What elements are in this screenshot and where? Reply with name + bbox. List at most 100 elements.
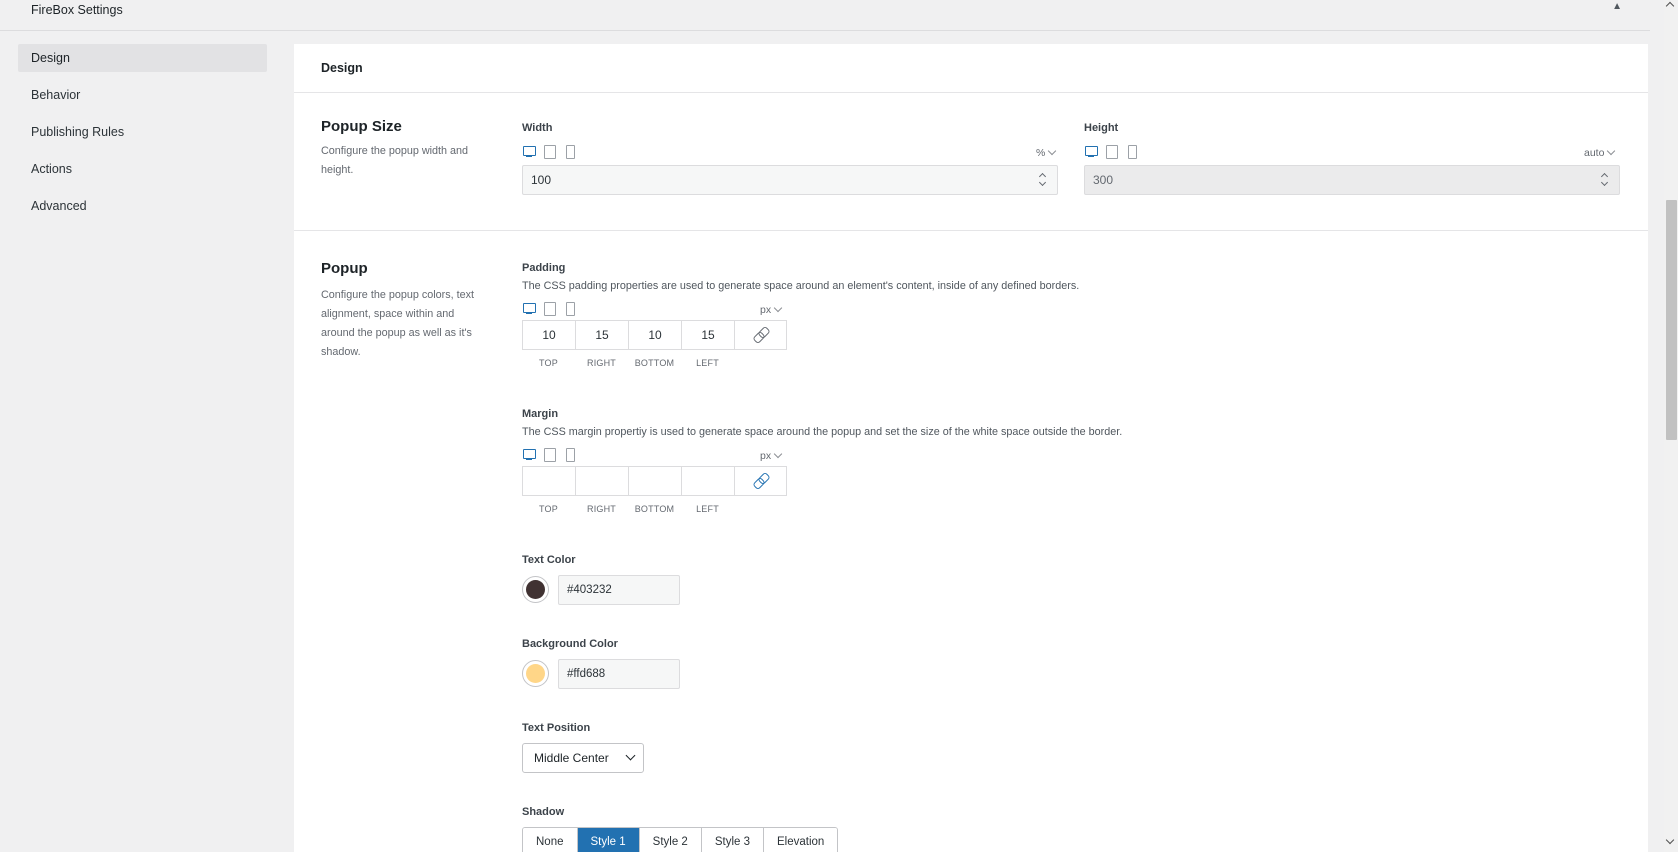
- color-dot: [526, 664, 545, 683]
- dim-label-right: RIGHT: [587, 504, 616, 514]
- shadow-option-style-2[interactable]: Style 2: [639, 828, 702, 852]
- height-unit-value: auto: [1584, 147, 1605, 159]
- padding-top-input[interactable]: 10: [523, 321, 576, 349]
- text-position-select[interactable]: Middle Center: [522, 743, 644, 773]
- margin-device-switcher: [522, 447, 576, 462]
- padding-left-input[interactable]: 15: [682, 321, 735, 349]
- tablet-icon[interactable]: [542, 447, 556, 462]
- margin-label: Margin: [522, 408, 559, 420]
- margin-unit-select[interactable]: px: [760, 449, 783, 462]
- chevron-down-icon: [1048, 146, 1057, 156]
- margin-inputs: [522, 466, 787, 496]
- margin-link-button[interactable]: [735, 467, 786, 495]
- margin-left-input[interactable]: [682, 467, 735, 495]
- color-dot: [526, 580, 545, 599]
- text-color-label: Text Color: [522, 554, 576, 566]
- chevron-down-icon: [625, 750, 636, 761]
- mobile-icon[interactable]: [562, 144, 576, 159]
- shadow-options: None Style 1 Style 2 Style 3 Elevation: [522, 827, 839, 852]
- padding-unit-value: px: [760, 304, 772, 316]
- text-color-input[interactable]: #403232: [558, 575, 680, 605]
- width-label: Width: [522, 122, 553, 134]
- margin-unit-value: px: [760, 450, 772, 462]
- shadow-label: Shadow: [522, 806, 565, 818]
- shadow-option-elevation[interactable]: Elevation: [764, 828, 838, 852]
- width-device-switcher: [522, 144, 576, 159]
- padding-inputs: 10 15 10 15: [522, 320, 787, 350]
- settings-sidebar: Design Behavior Publishing Rules Actions…: [18, 44, 267, 229]
- popup-size-section: Popup Size Configure the popup width and…: [294, 93, 1648, 231]
- section-description: Configure the popup width and height.: [321, 145, 469, 176]
- link-icon: [754, 475, 767, 488]
- height-value: 300: [1093, 173, 1114, 187]
- sidebar-item-design[interactable]: Design: [18, 44, 267, 72]
- padding-device-switcher: [522, 301, 576, 316]
- chevron-down-icon: [773, 449, 783, 459]
- height-unit-select[interactable]: auto: [1584, 146, 1616, 159]
- width-input[interactable]: 100: [522, 165, 1058, 195]
- text-position-value: Middle Center: [534, 751, 609, 765]
- scroll-up-icon[interactable]: [1665, 1, 1675, 11]
- width-unit-value: %: [1036, 147, 1046, 159]
- design-panel: Design Popup Size Configure the popup wi…: [294, 44, 1648, 852]
- desktop-icon[interactable]: [522, 301, 536, 315]
- dim-label-right: RIGHT: [587, 358, 616, 368]
- background-color-input[interactable]: #ffd688: [558, 659, 680, 689]
- sidebar-item-actions[interactable]: Actions: [18, 155, 267, 183]
- shadow-option-style-1[interactable]: Style 1: [577, 828, 640, 852]
- padding-link-button[interactable]: [735, 321, 786, 349]
- dim-label-top: TOP: [539, 358, 558, 368]
- shadow-option-style-3[interactable]: Style 3: [701, 828, 765, 852]
- padding-right-input[interactable]: 15: [576, 321, 629, 349]
- tablet-icon[interactable]: [542, 301, 556, 316]
- link-icon: [754, 329, 767, 342]
- width-unit-select[interactable]: %: [1036, 146, 1057, 159]
- height-device-switcher: [1084, 144, 1138, 159]
- mobile-icon[interactable]: [562, 301, 576, 316]
- scroll-thumb[interactable]: [1666, 200, 1677, 440]
- sidebar-item-behavior[interactable]: Behavior: [18, 81, 267, 109]
- dim-label-left: LEFT: [696, 504, 719, 514]
- text-position-label: Text Position: [522, 722, 591, 734]
- panel-title: Design: [294, 44, 1648, 93]
- tablet-icon[interactable]: [1104, 144, 1118, 159]
- desktop-icon[interactable]: [1084, 144, 1098, 158]
- margin-dim-labels: TOP RIGHT BOTTOM LEFT: [522, 504, 734, 514]
- popup-section: Popup Configure the popup colors, text a…: [294, 231, 1648, 852]
- margin-bottom-input[interactable]: [629, 467, 682, 495]
- section-description: Configure the popup colors, text alignme…: [321, 289, 475, 358]
- shadow-option-none[interactable]: None: [523, 828, 578, 852]
- section-title: Popup: [321, 260, 368, 277]
- tablet-icon[interactable]: [542, 144, 556, 159]
- dim-label-top: TOP: [539, 504, 558, 514]
- dim-label-bottom: BOTTOM: [634, 358, 675, 368]
- page-scrollbar[interactable]: [1664, 0, 1678, 852]
- padding-bottom-input[interactable]: 10: [629, 321, 682, 349]
- margin-description: The CSS margin propertiy is used to gene…: [522, 426, 1123, 438]
- background-color-swatch[interactable]: [522, 660, 549, 687]
- text-color-swatch[interactable]: [522, 576, 549, 603]
- scroll-down-icon[interactable]: [1665, 835, 1675, 845]
- margin-right-input[interactable]: [576, 467, 629, 495]
- desktop-icon[interactable]: [522, 144, 536, 158]
- chevron-down-icon: [1607, 146, 1616, 156]
- triangle-up-icon[interactable]: ▲: [1612, 1, 1622, 12]
- mobile-icon[interactable]: [562, 447, 576, 462]
- desktop-icon[interactable]: [522, 447, 536, 461]
- settings-title: FireBox Settings: [31, 3, 123, 17]
- height-input[interactable]: 300: [1084, 165, 1620, 195]
- dim-label-bottom: BOTTOM: [634, 504, 675, 514]
- mobile-icon[interactable]: [1124, 144, 1138, 159]
- stepper-icon[interactable]: [1039, 173, 1047, 187]
- padding-dim-labels: TOP RIGHT BOTTOM LEFT: [522, 358, 734, 368]
- section-title: Popup Size: [321, 118, 402, 135]
- padding-unit-select[interactable]: px: [760, 303, 783, 316]
- background-color-label: Background Color: [522, 638, 618, 650]
- width-value: 100: [531, 173, 552, 187]
- margin-top-input[interactable]: [523, 467, 576, 495]
- sidebar-item-publishing-rules[interactable]: Publishing Rules: [18, 118, 267, 146]
- padding-label: Padding: [522, 262, 566, 274]
- sidebar-item-advanced[interactable]: Advanced: [18, 192, 267, 220]
- padding-description: The CSS padding properties are used to g…: [522, 280, 1080, 292]
- stepper-icon[interactable]: [1601, 173, 1609, 187]
